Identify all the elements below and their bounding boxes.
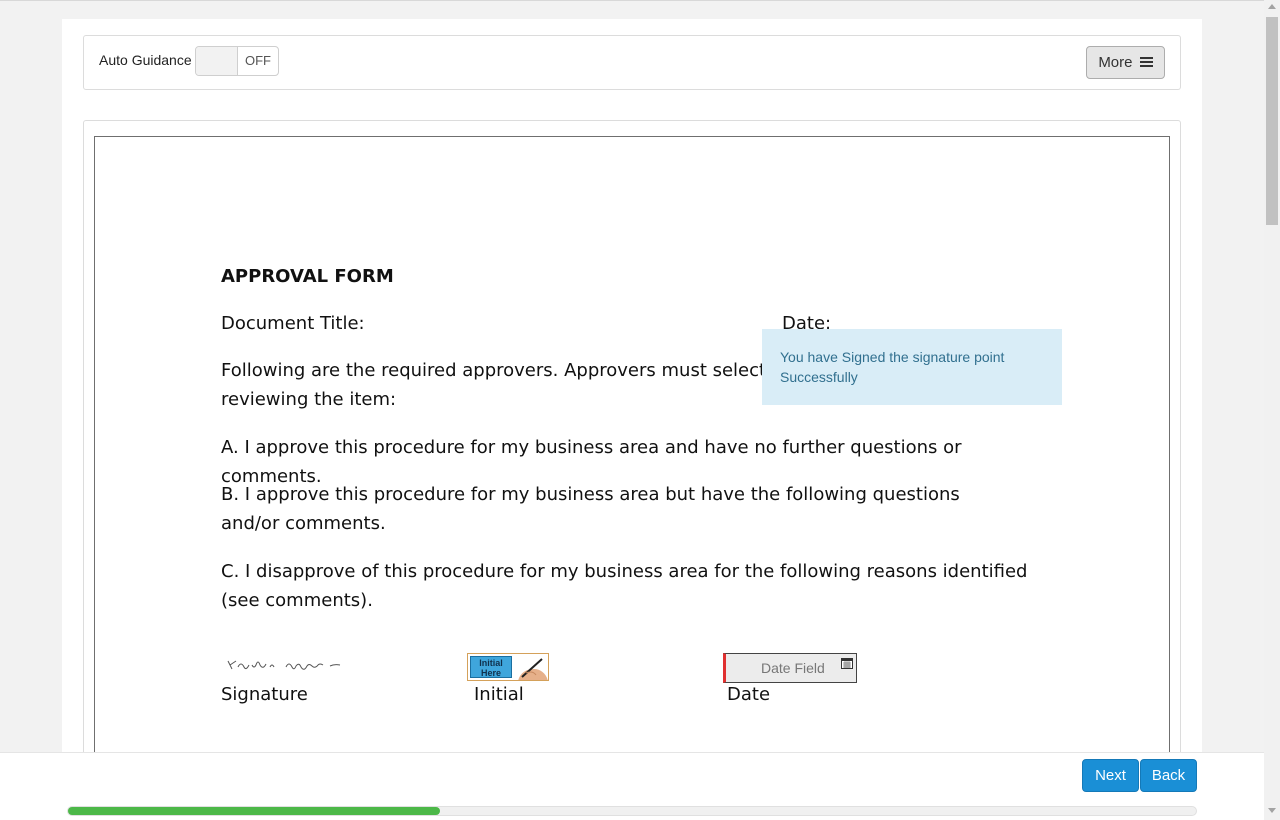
toggle-state-label: OFF bbox=[245, 53, 271, 68]
next-button[interactable]: Next bbox=[1082, 759, 1139, 792]
scrollbar-thumb[interactable] bbox=[1266, 17, 1278, 225]
success-toast: You have Signed the signature point Succ… bbox=[762, 329, 1062, 405]
initial-here-button[interactable]: Initial Here bbox=[467, 653, 549, 681]
calendar-icon[interactable] bbox=[841, 657, 853, 669]
signature-caption: Signature bbox=[221, 684, 308, 705]
form-title: APPROVAL FORM bbox=[221, 266, 394, 287]
scroll-up-arrow-icon[interactable] bbox=[1268, 4, 1276, 9]
footer-bar: Next Back bbox=[0, 752, 1264, 820]
toast-message: You have Signed the signature point Succ… bbox=[780, 349, 1005, 385]
more-button-label: More bbox=[1098, 54, 1133, 71]
option-b: B. I approve this procedure for my busin… bbox=[221, 484, 960, 534]
progress-bar bbox=[67, 806, 1197, 816]
date-field-placeholder: Date Field bbox=[761, 660, 825, 676]
hamburger-icon bbox=[1139, 57, 1153, 68]
pen-hand-icon bbox=[518, 658, 548, 680]
toggle-knob[interactable] bbox=[196, 47, 238, 75]
auto-guidance-label: Auto Guidance bbox=[99, 52, 192, 68]
initial-caption: Initial bbox=[474, 684, 524, 705]
auto-guidance-toggle[interactable]: OFF bbox=[195, 46, 279, 76]
scroll-down-arrow-icon[interactable] bbox=[1268, 808, 1276, 813]
date-caption: Date bbox=[727, 684, 771, 705]
top-border bbox=[0, 0, 1264, 1]
signature-image[interactable] bbox=[226, 655, 346, 675]
document-title-label: Document Title: bbox=[221, 313, 365, 334]
more-button[interactable]: More bbox=[1086, 46, 1165, 79]
date-field-input[interactable]: Date Field bbox=[723, 653, 857, 683]
option-c: C. I disapprove of this procedure for my… bbox=[221, 561, 1028, 611]
initial-here-tag: Initial Here bbox=[470, 656, 512, 678]
vertical-scrollbar[interactable] bbox=[1264, 0, 1280, 820]
initial-here-text: Initial Here bbox=[479, 658, 503, 678]
toolbar: Auto Guidance OFF More bbox=[83, 35, 1181, 90]
progress-fill bbox=[68, 807, 441, 815]
back-button[interactable]: Back bbox=[1140, 759, 1197, 792]
